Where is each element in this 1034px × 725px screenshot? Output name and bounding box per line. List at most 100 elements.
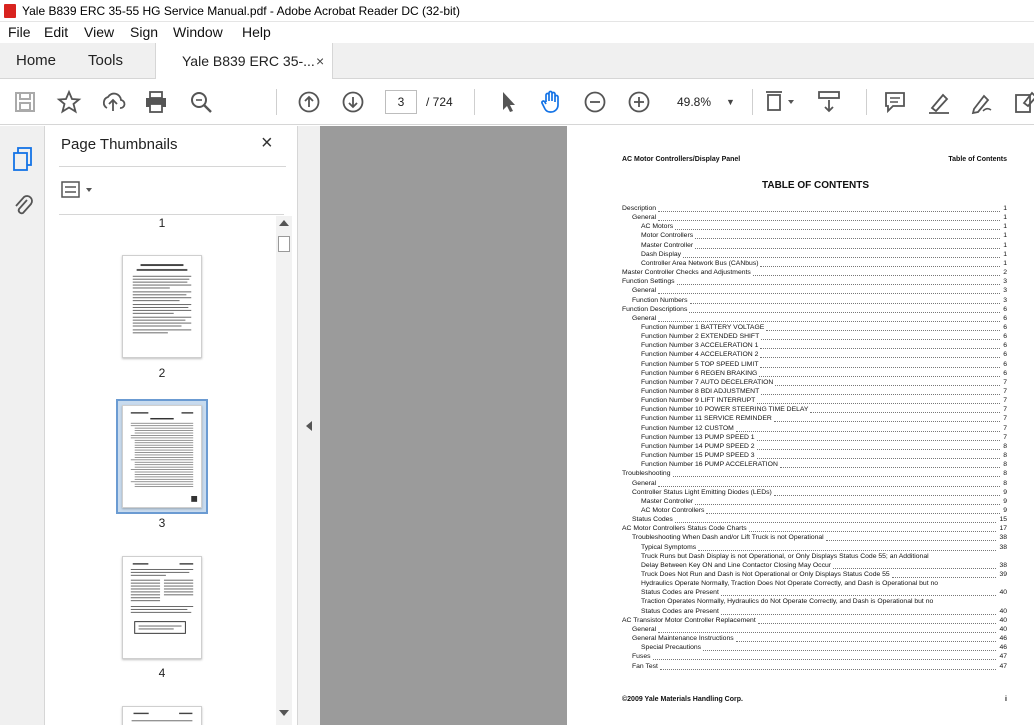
- toc-row[interactable]: Function Number 3 ACCELERATION 1 6: [622, 341, 1007, 350]
- toc-entry-text: Fuses: [632, 653, 651, 661]
- scroll-up-icon[interactable]: [279, 220, 289, 226]
- zoom-out-icon[interactable]: [582, 89, 608, 115]
- hand-tool-icon[interactable]: [538, 89, 564, 115]
- toc-row[interactable]: Function Number 12 CUSTOM 7: [622, 424, 1007, 433]
- document-view[interactable]: AC Motor Controllers/Display Panel Table…: [320, 126, 1034, 725]
- tab-tools[interactable]: Tools: [88, 43, 123, 79]
- attachment-icon[interactable]: [12, 192, 34, 218]
- toc-row[interactable]: Function Number 5 TOP SPEED LIMIT 6: [622, 360, 1007, 369]
- bookmark-star-icon[interactable]: [56, 89, 82, 115]
- toc-row[interactable]: AC Motor Controllers Status Code Charts 1…: [622, 524, 1007, 533]
- toc-row[interactable]: Controller Area Network Bus (CANbus) 1: [622, 259, 1007, 268]
- toc-row[interactable]: Status Codes 15: [622, 515, 1007, 524]
- toc-row[interactable]: Master Controller 9: [622, 497, 1007, 506]
- close-tab-icon[interactable]: ×: [316, 43, 324, 79]
- page-down-icon[interactable]: [340, 89, 366, 115]
- page-thumbnails-icon[interactable]: [12, 146, 34, 172]
- page-thumbnail-5[interactable]: [122, 706, 202, 725]
- toc-row[interactable]: AC Motors 1: [622, 222, 1007, 231]
- zoom-in-icon[interactable]: [626, 89, 652, 115]
- highlight-icon[interactable]: [926, 89, 952, 115]
- toc-row[interactable]: Fan Test 47: [622, 662, 1007, 671]
- page-thumbnail-4[interactable]: [122, 556, 202, 659]
- page-thumbnail-2[interactable]: [122, 255, 202, 358]
- panel-splitter[interactable]: [298, 126, 320, 725]
- toc-row[interactable]: Function Number 4 ACCELERATION 2 6: [622, 350, 1007, 359]
- toc-row[interactable]: Status Codes are Present 40: [622, 607, 1007, 616]
- menu-help[interactable]: Help: [242, 22, 271, 43]
- toc-row[interactable]: Delay Between Key ON and Line Contactor …: [622, 561, 1007, 570]
- toc-row[interactable]: General 8: [622, 479, 1007, 488]
- toc-row[interactable]: Function Settings 3: [622, 277, 1007, 286]
- toc-row[interactable]: Function Number 11 SERVICE REMINDER 7: [622, 414, 1007, 423]
- toc-row[interactable]: General Maintenance Instructions 46: [622, 634, 1007, 643]
- tab-home[interactable]: Home: [16, 43, 56, 79]
- fit-page-icon[interactable]: [764, 89, 798, 115]
- toc-row[interactable]: AC Motor Controllers 9: [622, 506, 1007, 515]
- scrollbar-thumb[interactable]: [278, 236, 290, 252]
- menu-view[interactable]: View: [84, 22, 114, 43]
- print-icon[interactable]: [143, 89, 169, 115]
- toc-row[interactable]: General 3: [622, 286, 1007, 295]
- toc-row[interactable]: Function Number 6 REGEN BRAKING 6: [622, 369, 1007, 378]
- share-upload-icon[interactable]: [100, 89, 126, 115]
- zoom-select[interactable]: 49.8% ▼: [671, 90, 741, 114]
- toc-row[interactable]: Description 1: [622, 204, 1007, 213]
- toc-row[interactable]: General 40: [622, 625, 1007, 634]
- page-up-icon[interactable]: [296, 89, 322, 115]
- toc-row[interactable]: AC Transistor Motor Controller Replaceme…: [622, 616, 1007, 625]
- toc-row[interactable]: Function Number 2 EXTENDED SHIFT 6: [622, 332, 1007, 341]
- toc-row[interactable]: Troubleshooting 8: [622, 469, 1007, 478]
- page-number-input[interactable]: 3: [385, 90, 417, 114]
- toc-row[interactable]: Special Precautions 46: [622, 643, 1007, 652]
- toc-row[interactable]: Function Numbers 3: [622, 296, 1007, 305]
- toc-leader: [695, 247, 1000, 249]
- toc-row[interactable]: Controller Status Light Emitting Diodes …: [622, 488, 1007, 497]
- toc-row[interactable]: Status Codes are Present 40: [622, 588, 1007, 597]
- toc-row[interactable]: Function Number 13 PUMP SPEED 1 7: [622, 433, 1007, 442]
- toc-row[interactable]: Master Controller 1: [622, 241, 1007, 250]
- find-zoom-icon[interactable]: [188, 89, 214, 115]
- toc-row[interactable]: Master Controller Checks and Adjustments…: [622, 268, 1007, 277]
- more-tools-icon[interactable]: [1012, 89, 1034, 115]
- toc-row[interactable]: Function Descriptions 6: [622, 305, 1007, 314]
- thumbnail-options-button[interactable]: [61, 180, 101, 200]
- toc-row[interactable]: Function Number 9 LIFT INTERRUPT 7: [622, 396, 1007, 405]
- toc-row[interactable]: Function Number 1 BATTERY VOLTAGE 6: [622, 323, 1007, 332]
- select-cursor-icon[interactable]: [495, 89, 521, 115]
- scroll-mode-icon[interactable]: [816, 89, 842, 115]
- sign-icon[interactable]: [969, 89, 995, 115]
- window-title: Yale B839 ERC 35-55 HG Service Manual.pd…: [22, 4, 460, 18]
- close-panel-icon[interactable]: ×: [261, 132, 273, 155]
- menu-sign[interactable]: Sign: [130, 22, 158, 43]
- toc-row[interactable]: Function Number 8 BDI ADJUSTMENT 7: [622, 387, 1007, 396]
- toc-row[interactable]: Hydraulics Operate Normally, Traction Do…: [622, 579, 1007, 588]
- toc-row[interactable]: Dash Display 1: [622, 250, 1007, 259]
- page-thumbnail-3[interactable]: [122, 405, 202, 508]
- toc-row[interactable]: Typical Symptoms 38: [622, 543, 1007, 552]
- menu-edit[interactable]: Edit: [44, 22, 68, 43]
- toc-row[interactable]: Function Number 7 AUTO DECELERATION 7: [622, 378, 1007, 387]
- collapse-panel-icon[interactable]: [306, 421, 312, 431]
- toc-row[interactable]: Function Number 15 PUMP SPEED 3 8: [622, 451, 1007, 460]
- toc-row[interactable]: General 1: [622, 213, 1007, 222]
- thumbnail-scrollbar[interactable]: [276, 216, 292, 725]
- tab-document[interactable]: Yale B839 ERC 35-... ×: [155, 43, 333, 80]
- toc-row[interactable]: Traction Operates Normally, Hydraulics d…: [622, 597, 1007, 606]
- toc-row[interactable]: Troubleshooting When Dash and/or Lift Tr…: [622, 533, 1007, 542]
- toc-row[interactable]: Function Number 10 POWER STEERING TIME D…: [622, 405, 1007, 414]
- scroll-down-icon[interactable]: [279, 710, 289, 716]
- toc-row[interactable]: Fuses 47: [622, 652, 1007, 661]
- toc-row[interactable]: Function Number 16 PUMP ACCELERATION 8: [622, 460, 1007, 469]
- toc-row[interactable]: General 6: [622, 314, 1007, 323]
- toc-row[interactable]: Motor Controllers 1: [622, 231, 1007, 240]
- menu-file[interactable]: File: [8, 22, 31, 43]
- toc-row[interactable]: Truck Runs but Dash Display is not Opera…: [622, 552, 1007, 561]
- toc-page-number: 7: [1003, 378, 1007, 386]
- toc-row[interactable]: Truck Does Not Run and Dash is Not Opera…: [622, 570, 1007, 579]
- toc-leader: [660, 668, 996, 670]
- save-icon[interactable]: [12, 89, 38, 115]
- comment-icon[interactable]: [882, 89, 908, 115]
- toc-row[interactable]: Function Number 14 PUMP SPEED 2 8: [622, 442, 1007, 451]
- menu-window[interactable]: Window: [173, 22, 223, 43]
